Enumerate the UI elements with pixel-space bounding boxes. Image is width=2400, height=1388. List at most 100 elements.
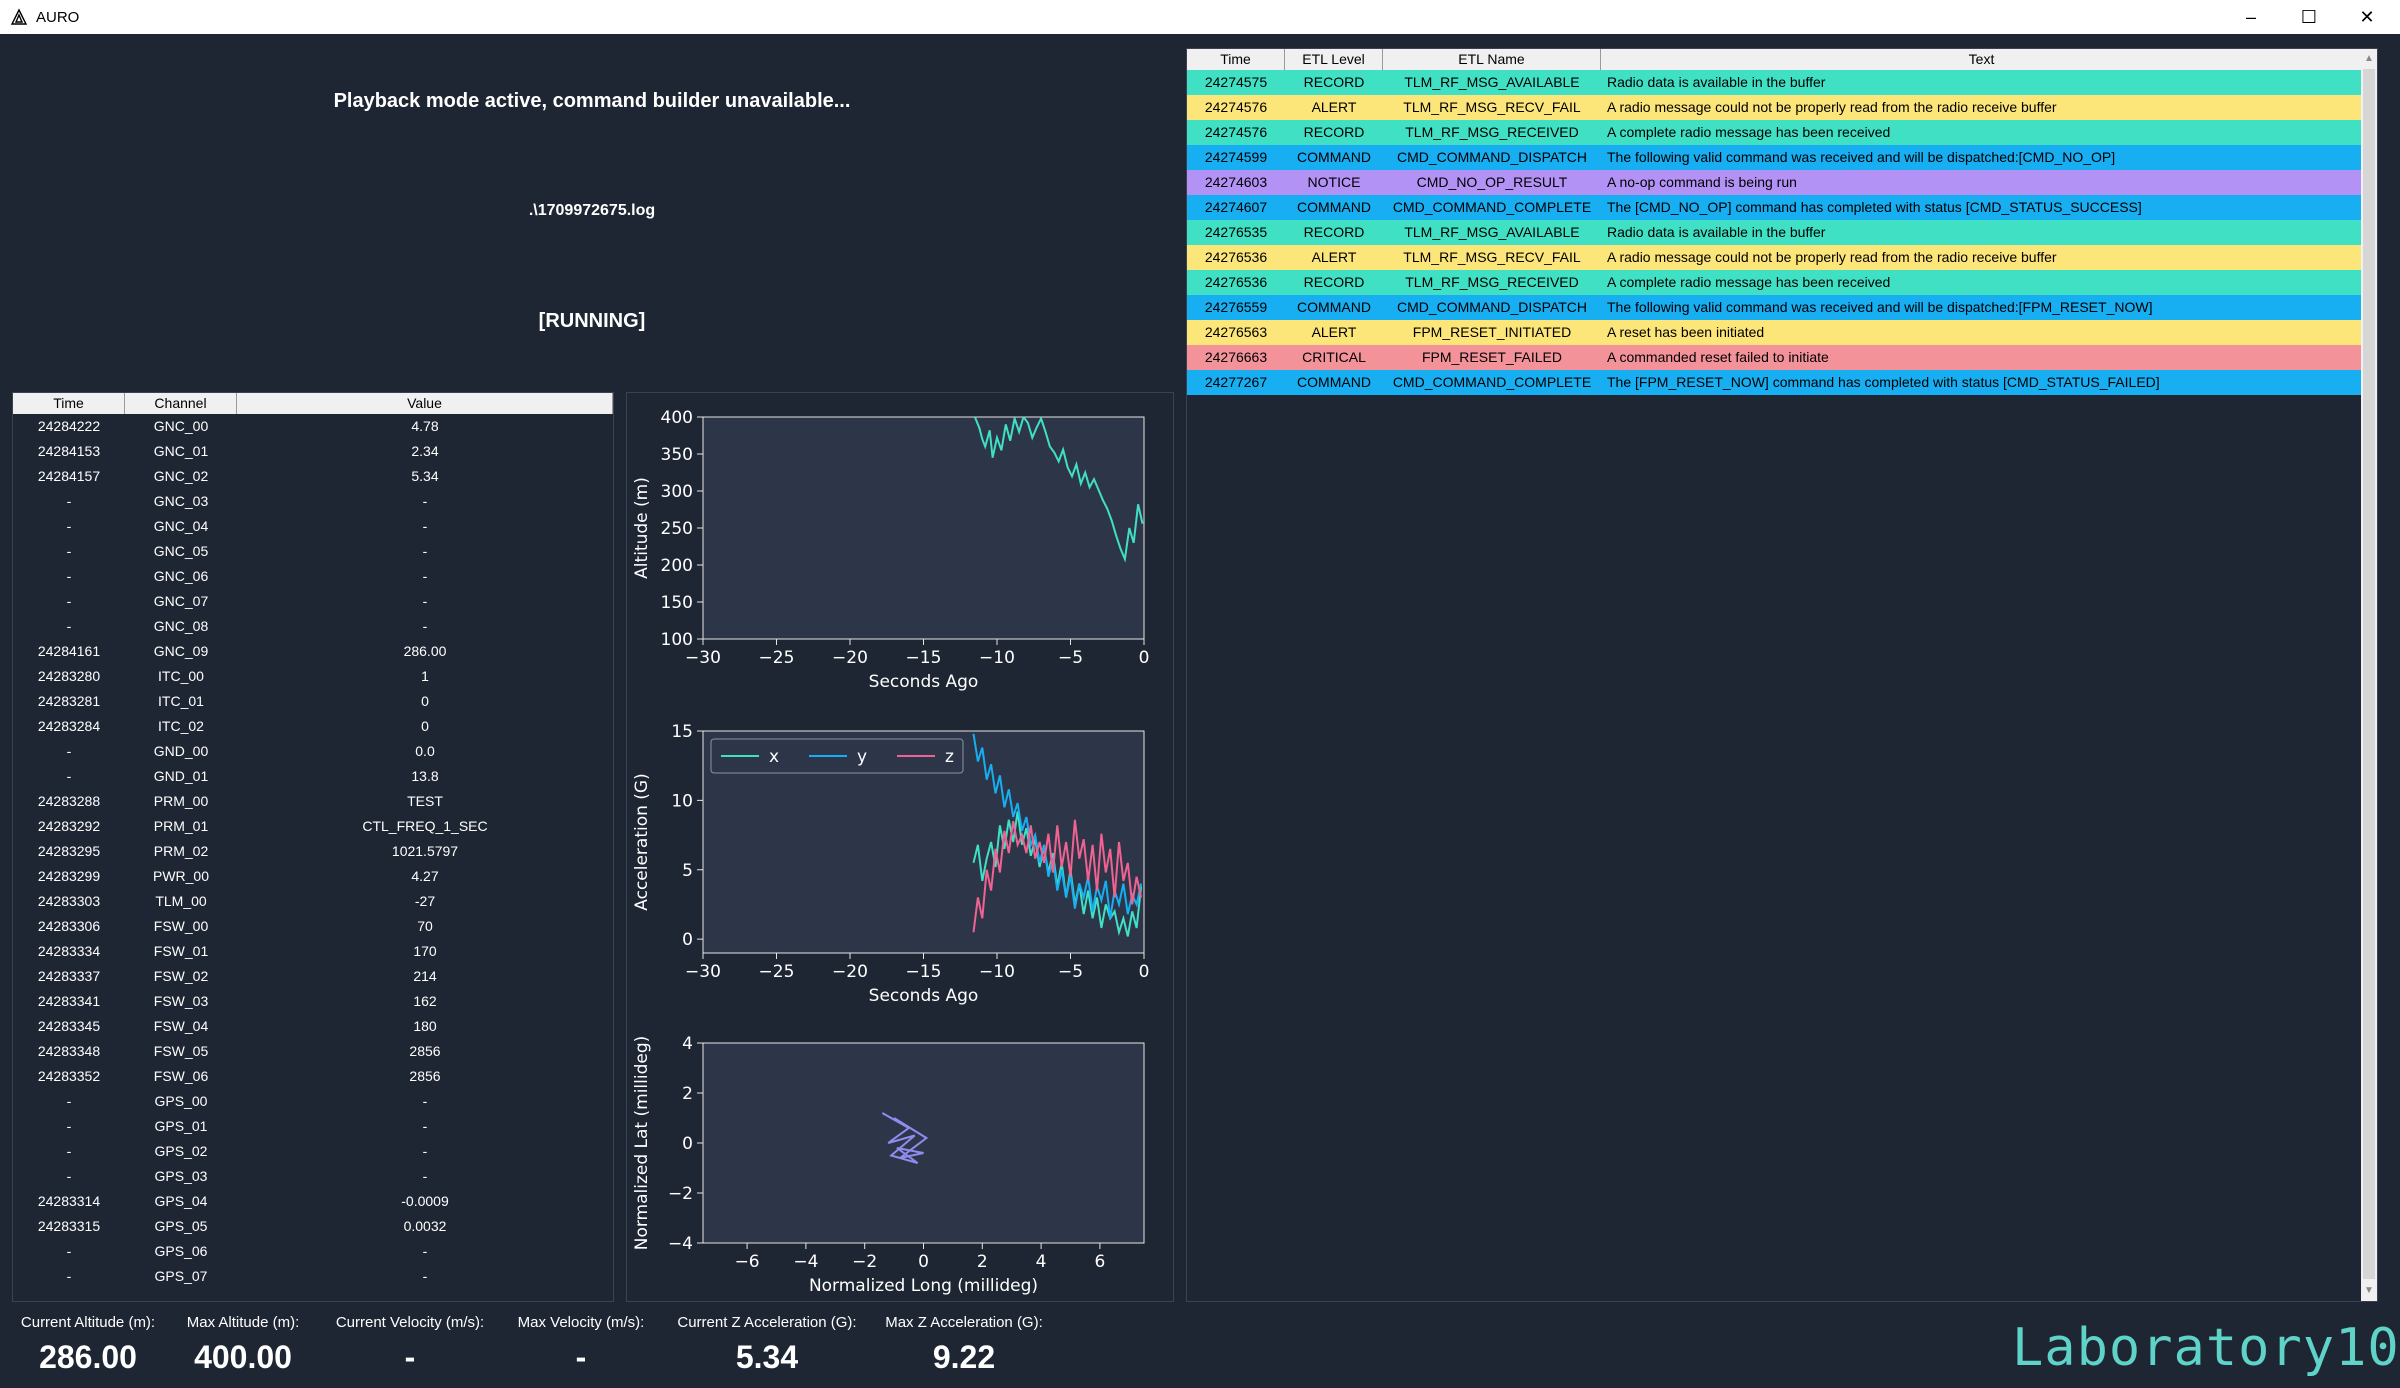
table-row[interactable]: - GNC_04 -: [13, 514, 613, 539]
table-row[interactable]: 24284161 GNC_09 286.00: [13, 639, 613, 664]
col-value[interactable]: Value: [237, 393, 613, 414]
col-event-text[interactable]: Text: [1601, 49, 2363, 70]
cell-event-text: The [CMD_NO_OP] command has completed wi…: [1607, 199, 2142, 215]
stat-current-z-accel: Current Z Acceleration (G): 5.34: [674, 1314, 860, 1376]
table-row[interactable]: 24284222 GNC_00 4.78: [13, 414, 613, 439]
table-row[interactable]: 24283288 PRM_00 TEST: [13, 789, 613, 814]
table-row[interactable]: 24283341 FSW_03 162: [13, 989, 613, 1014]
table-row[interactable]: 24283315 GPS_05 0.0032: [13, 1214, 613, 1239]
cell-value: 5.34: [411, 468, 439, 484]
table-row[interactable]: 24283284 ITC_02 0: [13, 714, 613, 739]
cell-time: 24283314: [37, 1193, 101, 1209]
table-row[interactable]: - GPS_01 -: [13, 1114, 613, 1139]
table-row[interactable]: 24283281 ITC_01 0: [13, 689, 613, 714]
table-row[interactable]: 24283306 FSW_00 70: [13, 914, 613, 939]
table-row[interactable]: 24283345 FSW_04 180: [13, 1014, 613, 1039]
table-row[interactable]: 24283280 ITC_00 1: [13, 664, 613, 689]
event-row[interactable]: 24274575 RECORD TLM_RF_MSG_AVAILABLE Radio …: [1187, 70, 2377, 95]
cell-etl-name: CMD_COMMAND_DISPATCH: [1396, 299, 1588, 315]
stats-bar: Current Altitude (m): 286.00 Max Altitud…: [0, 1306, 1180, 1388]
x-axis-label: Normalized Long (millideg): [809, 1276, 1038, 1296]
col-time[interactable]: Time: [13, 393, 125, 414]
table-row[interactable]: - GPS_02 -: [13, 1139, 613, 1164]
cell-value: -: [422, 1268, 428, 1284]
x-tick-label: −5: [1058, 648, 1083, 668]
telemetry-table[interactable]: Time Channel Value 24284222 GNC_00 4.78 242…: [12, 392, 614, 1302]
event-body: 24274575 RECORD TLM_RF_MSG_AVAILABLE Radio …: [1187, 70, 2377, 395]
col-channel[interactable]: Channel: [125, 393, 237, 414]
cell-channel: GNC_04: [153, 518, 209, 534]
cell-value: 1021.5797: [391, 843, 459, 859]
cell-value: -: [422, 1143, 428, 1159]
event-row[interactable]: 24274576 ALERT TLM_RF_MSG_RECV_FAIL A radio…: [1187, 95, 2377, 120]
maximize-button[interactable]: ☐: [2280, 0, 2338, 34]
scroll-down-icon[interactable]: ▼: [2361, 1283, 2377, 1299]
cell-channel: FSW_05: [153, 1043, 209, 1059]
table-row[interactable]: - GPS_07 -: [13, 1264, 613, 1289]
cell-event-time: 24274576: [1204, 99, 1268, 115]
event-row[interactable]: 24274607 COMMAND CMD_COMMAND_COMPLETE The […: [1187, 195, 2377, 220]
table-row[interactable]: - GNC_06 -: [13, 564, 613, 589]
event-row[interactable]: 24276663 CRITICAL FPM_RESET_FAILED A comman…: [1187, 345, 2377, 370]
cell-channel: FSW_03: [153, 993, 209, 1009]
table-row[interactable]: 24283337 FSW_02 214: [13, 964, 613, 989]
stat-value: -: [404, 1339, 416, 1375]
event-row[interactable]: 24276563 ALERT FPM_RESET_INITIATED A reset …: [1187, 320, 2377, 345]
event-log[interactable]: Time ETL Level ETL Name Text 24274575 REC…: [1186, 48, 2378, 1302]
run-status: [RUNNING]: [538, 310, 646, 332]
event-row[interactable]: 24274576 RECORD TLM_RF_MSG_RECEIVED A compl…: [1187, 120, 2377, 145]
x-tick-label: −30: [685, 648, 721, 668]
cell-time: 24283295: [37, 843, 101, 859]
cell-value: CTL_FREQ_1_SEC: [362, 818, 488, 834]
table-row[interactable]: 24283314 GPS_04 -0.0009: [13, 1189, 613, 1214]
event-row[interactable]: 24276535 RECORD TLM_RF_MSG_AVAILABLE Radio …: [1187, 220, 2377, 245]
table-row[interactable]: 24283295 PRM_02 1021.5797: [13, 839, 613, 864]
event-row[interactable]: 24276559 COMMAND CMD_COMMAND_DISPATCH The f…: [1187, 295, 2377, 320]
table-row[interactable]: 24283334 FSW_01 170: [13, 939, 613, 964]
table-row[interactable]: - GND_01 13.8: [13, 764, 613, 789]
table-row[interactable]: 24283348 FSW_05 2856: [13, 1039, 613, 1064]
table-row[interactable]: 24284157 GNC_02 5.34: [13, 464, 613, 489]
table-row[interactable]: - GPS_03 -: [13, 1164, 613, 1189]
table-row[interactable]: - GND_00 0.0: [13, 739, 613, 764]
cell-time: 24283288: [37, 793, 101, 809]
table-row[interactable]: - GPS_06 -: [13, 1239, 613, 1264]
minimize-button[interactable]: –: [2222, 0, 2280, 34]
table-row[interactable]: - GNC_08 -: [13, 614, 613, 639]
table-row[interactable]: - GNC_05 -: [13, 539, 613, 564]
table-row[interactable]: 24283299 PWR_00 4.27: [13, 864, 613, 889]
table-row[interactable]: 24283292 PRM_01 CTL_FREQ_1_SEC: [13, 814, 613, 839]
table-row[interactable]: - GNC_07 -: [13, 589, 613, 614]
cell-etl-level: COMMAND: [1297, 149, 1371, 165]
event-row[interactable]: 24276536 ALERT TLM_RF_MSG_RECV_FAIL A radio…: [1187, 245, 2377, 270]
col-etl-level[interactable]: ETL Level: [1285, 49, 1383, 70]
maximize-icon: ☐: [2300, 6, 2318, 27]
scroll-up-icon[interactable]: ▲: [2361, 51, 2377, 67]
col-event-time[interactable]: Time: [1187, 49, 1285, 70]
event-row[interactable]: 24277267 COMMAND CMD_COMMAND_COMPLETE The […: [1187, 370, 2377, 395]
close-button[interactable]: ✕: [2338, 0, 2396, 34]
table-row[interactable]: - GNC_03 -: [13, 489, 613, 514]
col-etl-name[interactable]: ETL Name: [1383, 49, 1601, 70]
cell-value: -27: [414, 893, 436, 909]
cell-value: 70: [417, 918, 433, 934]
cell-channel: FSW_01: [153, 943, 209, 959]
table-row[interactable]: - GPS_00 -: [13, 1089, 613, 1114]
scroll-thumb[interactable]: [2363, 69, 2375, 1279]
event-row[interactable]: 24274599 COMMAND CMD_COMMAND_DISPATCH The f…: [1187, 145, 2377, 170]
event-row[interactable]: 24276536 RECORD TLM_RF_MSG_RECEIVED A compl…: [1187, 270, 2377, 295]
table-row[interactable]: 24284153 GNC_01 2.34: [13, 439, 613, 464]
event-scrollbar[interactable]: ▲ ▼: [2361, 49, 2377, 1301]
x-tick-label: 0: [1139, 962, 1150, 982]
cell-event-text: The following valid command was received…: [1607, 149, 2116, 165]
event-row[interactable]: 24274603 NOTICE CMD_NO_OP_RESULT A no-op co…: [1187, 170, 2377, 195]
table-row[interactable]: 24283303 TLM_00 -27: [13, 889, 613, 914]
cell-value: 0.0: [415, 743, 435, 759]
cell-value: -: [422, 568, 428, 584]
cell-value: 4.27: [411, 868, 439, 884]
table-row[interactable]: 24283352 FSW_06 2856: [13, 1064, 613, 1089]
cell-value: -: [422, 593, 428, 609]
app-icon: [10, 8, 28, 25]
cell-time: 24283299: [37, 868, 101, 884]
cell-channel: TLM_00: [155, 893, 207, 909]
